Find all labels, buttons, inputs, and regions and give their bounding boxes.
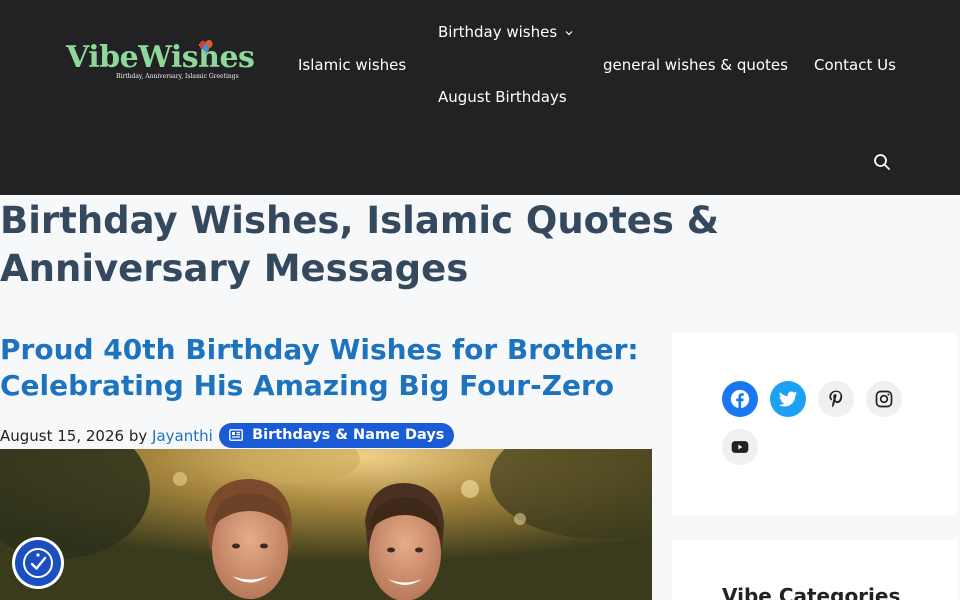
newspaper-icon (229, 429, 243, 441)
accessibility-icon (23, 548, 53, 578)
nav-birthday-wishes[interactable]: Birthday wishes (438, 22, 574, 42)
youtube-link[interactable] (722, 429, 758, 465)
instagram-link[interactable] (866, 381, 902, 417)
facebook-link[interactable] (722, 381, 758, 417)
twitter-link[interactable] (770, 381, 806, 417)
categories-widget: Vibe Categories (672, 540, 958, 600)
category-badge[interactable]: Birthdays & Name Days (219, 423, 455, 448)
categories-title: Vibe Categories (722, 584, 901, 600)
pinterest-icon (829, 390, 843, 408)
article-meta: August 15, 2026 by Jayanthi (0, 424, 213, 448)
nav-islamic-wishes[interactable]: Islamic wishes (298, 55, 406, 75)
balloons-icon (199, 40, 213, 56)
pinterest-link[interactable] (818, 381, 854, 417)
by-label: by (128, 427, 148, 445)
youtube-icon (731, 441, 749, 453)
twitter-icon (778, 391, 798, 407)
article-title[interactable]: Proud 40th Birthday Wishes for Brother: … (0, 332, 660, 404)
facebook-icon (730, 389, 750, 409)
logo-text: VibeWishes (66, 40, 255, 75)
accessibility-button[interactable] (15, 540, 61, 586)
hero-photo (0, 449, 652, 600)
nav-contact-us[interactable]: Contact Us (814, 55, 896, 75)
chevron-down-icon (565, 30, 573, 35)
site-header: VibeWishes Birthday, Anniversary, Islami… (0, 0, 960, 195)
nav-august-birthdays[interactable]: August Birthdays (438, 87, 567, 107)
search-icon (874, 154, 890, 170)
site-logo[interactable]: VibeWishes Birthday, Anniversary, Islami… (66, 40, 255, 86)
social-widget (672, 333, 958, 515)
instagram-icon (875, 390, 893, 408)
logo-tagline: Birthday, Anniversary, Islamic Greetings (116, 73, 239, 80)
nav-general-wishes-quotes[interactable]: general wishes & quotes (603, 55, 788, 75)
article-date: August 15, 2026 (0, 427, 125, 445)
search-button[interactable] (872, 152, 892, 172)
site-title: Birthday Wishes, Islamic Quotes & Annive… (0, 199, 720, 290)
category-label: Birthdays & Name Days (252, 427, 445, 443)
article-author-link[interactable]: Jayanthi (152, 427, 213, 445)
article-featured-image[interactable] (0, 449, 652, 600)
nav-birthday-label: Birthday wishes (438, 23, 558, 41)
